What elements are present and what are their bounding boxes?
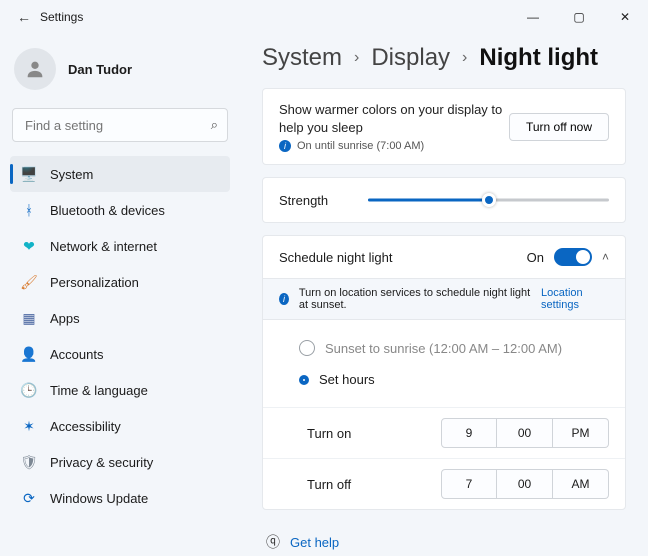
- sidebar-item-bluetooth-devices[interactable]: ᚼ Bluetooth & devices: [10, 192, 230, 228]
- turn-off-row: Turn off 7 00 AM: [263, 458, 625, 509]
- breadcrumb-current: Night light: [479, 44, 598, 72]
- window-title: Settings: [40, 10, 83, 24]
- schedule-header[interactable]: Schedule night light On ˄: [263, 236, 625, 278]
- sidebar: Dan Tudor ⌕ 🖥️ System ᚼ Bluetooth & devices…: [0, 34, 240, 556]
- infobar-text: Turn on location services to schedule ni…: [299, 287, 531, 311]
- location-settings-link[interactable]: Location settings: [541, 287, 609, 311]
- nav-icon: 👤: [20, 346, 38, 363]
- user-name: Dan Tudor: [68, 62, 132, 77]
- nav-icon: ᚼ: [20, 202, 38, 218]
- schedule-toggle[interactable]: [554, 248, 592, 266]
- turn-off-label: Turn off: [279, 477, 399, 492]
- nav-icon: ⟳: [20, 490, 38, 507]
- person-icon: [24, 58, 46, 80]
- sidebar-item-accounts[interactable]: 👤 Accounts: [10, 336, 230, 372]
- turn-off-minute[interactable]: 00: [497, 469, 553, 499]
- nav-icon: 🖌: [20, 274, 38, 291]
- radio-set-hours[interactable]: Set hours: [299, 364, 589, 395]
- breadcrumb-system[interactable]: System: [262, 44, 342, 72]
- main-content: System › Display › Night light Show warm…: [240, 34, 648, 556]
- nav-icon: 🖥️: [20, 166, 38, 183]
- sidebar-item-time-language[interactable]: 🕒 Time & language: [10, 372, 230, 408]
- nav-label: Windows Update: [50, 491, 148, 506]
- back-button[interactable]: ←: [8, 9, 40, 25]
- radio-sunset-label: Sunset to sunrise (12:00 AM – 12:00 AM): [325, 341, 562, 356]
- turn-on-row: Turn on 9 00 PM: [263, 407, 625, 458]
- sidebar-item-personalization[interactable]: 🖌 Personalization: [10, 264, 230, 300]
- status-text: On until sunrise (7:00 AM): [297, 140, 424, 152]
- sidebar-item-apps[interactable]: ▦ Apps: [10, 300, 230, 336]
- chevron-right-icon: ›: [354, 49, 359, 67]
- nav-label: Time & language: [50, 383, 148, 398]
- intro-card: Show warmer colors on your display to he…: [262, 88, 626, 165]
- strength-slider[interactable]: [368, 190, 609, 210]
- nav-label: Accounts: [50, 347, 103, 362]
- turn-on-label: Turn on: [279, 426, 399, 441]
- user-block[interactable]: Dan Tudor: [10, 42, 230, 106]
- nav-list: 🖥️ System ᚼ Bluetooth & devices ❤ Network & i…: [10, 156, 230, 516]
- nav-icon: 🕒: [20, 382, 38, 399]
- schedule-state: On: [527, 250, 544, 265]
- avatar: [14, 48, 56, 90]
- chevron-right-icon: ›: [462, 49, 467, 67]
- nav-icon: ❤: [20, 238, 38, 255]
- sidebar-item-accessibility[interactable]: ✶ Accessibility: [10, 408, 230, 444]
- breadcrumb: System › Display › Night light: [262, 44, 626, 72]
- turn-off-ampm[interactable]: AM: [553, 469, 609, 499]
- nav-label: Network & internet: [50, 239, 157, 254]
- nav-icon: ✶: [20, 418, 38, 435]
- nav-icon: 🛡: [20, 454, 38, 471]
- strength-label: Strength: [279, 193, 328, 208]
- schedule-card: Schedule night light On ˄ i Turn on loca…: [262, 235, 626, 510]
- help-label: Get help: [290, 535, 339, 550]
- radio-icon: [299, 375, 309, 385]
- radio-hours-label: Set hours: [319, 372, 375, 387]
- search-input[interactable]: [12, 108, 228, 142]
- nav-label: Accessibility: [50, 419, 121, 434]
- info-icon: i: [279, 140, 291, 152]
- chevron-up-icon: ˄: [602, 250, 609, 264]
- intro-text: Show warmer colors on your display to he…: [279, 101, 509, 136]
- help-icon: ⓠ: [266, 532, 280, 552]
- radio-sunset[interactable]: Sunset to sunrise (12:00 AM – 12:00 AM): [299, 332, 589, 364]
- sidebar-item-privacy-security[interactable]: 🛡 Privacy & security: [10, 444, 230, 480]
- maximize-button[interactable]: ▢: [556, 0, 602, 34]
- strength-card: Strength: [262, 177, 626, 223]
- location-infobar: i Turn on location services to schedule …: [263, 278, 625, 320]
- nav-label: System: [50, 167, 93, 182]
- nav-label: Bluetooth & devices: [50, 203, 165, 218]
- minimize-button[interactable]: —: [510, 0, 556, 34]
- nav-label: Privacy & security: [50, 455, 153, 470]
- get-help-link[interactable]: ⓠ Get help: [262, 522, 626, 556]
- sidebar-item-system[interactable]: 🖥️ System: [10, 156, 230, 192]
- nav-label: Personalization: [50, 275, 139, 290]
- titlebar: ← Settings — ▢ ✕: [0, 0, 648, 34]
- turn-on-hour[interactable]: 9: [441, 418, 497, 448]
- schedule-label: Schedule night light: [279, 250, 392, 265]
- nav-icon: ▦: [20, 310, 38, 327]
- turn-off-button[interactable]: Turn off now: [509, 113, 609, 141]
- radio-icon: [299, 340, 315, 356]
- nav-label: Apps: [50, 311, 80, 326]
- close-button[interactable]: ✕: [602, 0, 648, 34]
- search-icon: ⌕: [211, 117, 218, 133]
- turn-off-hour[interactable]: 7: [441, 469, 497, 499]
- info-icon: i: [279, 293, 289, 305]
- sidebar-item-network-internet[interactable]: ❤ Network & internet: [10, 228, 230, 264]
- turn-on-ampm[interactable]: PM: [553, 418, 609, 448]
- breadcrumb-display[interactable]: Display: [371, 44, 450, 72]
- turn-on-minute[interactable]: 00: [497, 418, 553, 448]
- sidebar-item-windows-update[interactable]: ⟳ Windows Update: [10, 480, 230, 516]
